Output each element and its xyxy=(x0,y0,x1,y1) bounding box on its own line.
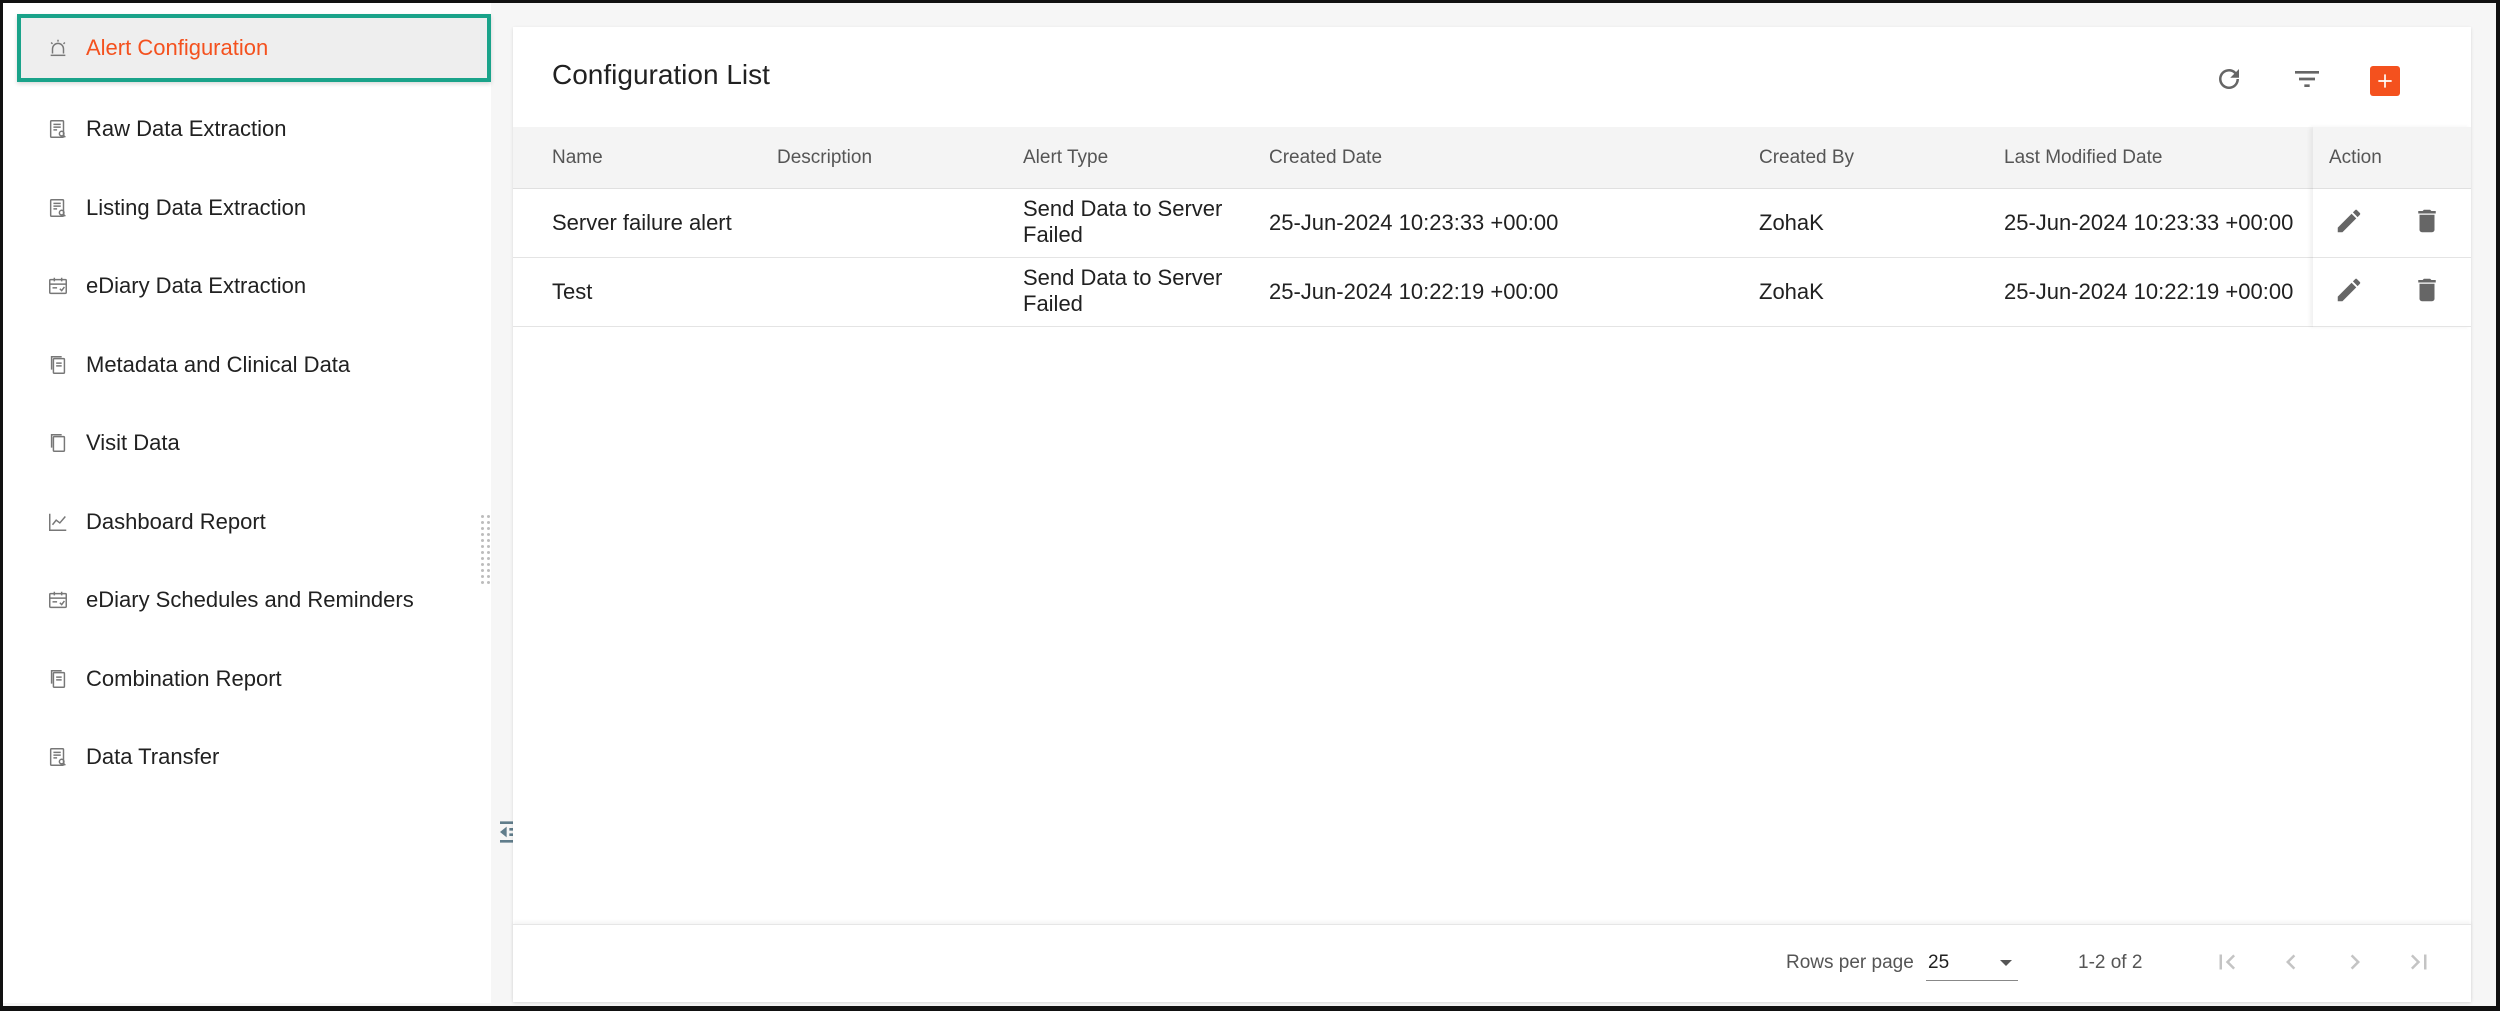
first-page-button[interactable] xyxy=(2205,942,2249,986)
trash-icon xyxy=(2412,206,2442,241)
sidebar-item-label: Data Transfer xyxy=(86,744,220,769)
column-header-description[interactable]: Description xyxy=(777,127,872,189)
column-header-name[interactable]: Name xyxy=(552,127,603,189)
add-icon xyxy=(2370,66,2400,96)
sidebar-item-listing-data-extraction[interactable]: Listing Data Extraction xyxy=(17,174,491,242)
calendar-check-icon xyxy=(45,273,71,299)
add-configuration-button[interactable] xyxy=(2363,59,2407,103)
refresh-button[interactable] xyxy=(2207,59,2251,103)
cell-created-by: ZohaK xyxy=(1759,210,1824,235)
table-header: Name Description Alert Type Created Date… xyxy=(513,127,2471,189)
column-header-action: Action xyxy=(2329,147,2382,168)
filter-icon xyxy=(2291,63,2323,100)
sidebar-resize-handle[interactable] xyxy=(481,515,493,584)
chevron-left-icon xyxy=(2276,947,2306,982)
cell-alert-type: Send Data to Server Failed xyxy=(1023,196,1223,247)
last-page-icon xyxy=(2404,947,2434,982)
sidebar-item-combination-report[interactable]: Combination Report xyxy=(17,645,491,713)
copy-documents-icon xyxy=(45,430,71,456)
column-header-alert-type[interactable]: Alert Type xyxy=(1023,127,1108,189)
sidebar-item-raw-data-extraction[interactable]: Raw Data Extraction xyxy=(17,95,491,163)
sidebar-item-label: Raw Data Extraction xyxy=(86,116,287,141)
sidebar-item-label: eDiary Data Extraction xyxy=(86,273,307,298)
pagination-range: 1-2 of 2 xyxy=(2078,952,2143,973)
sidebar-item-visit-data[interactable]: Visit Data xyxy=(17,409,491,477)
column-header-created-date[interactable]: Created Date xyxy=(1269,127,1382,189)
sidebar-item-dashboard-report[interactable]: Dashboard Report xyxy=(17,488,491,556)
last-page-button[interactable] xyxy=(2397,942,2441,986)
configuration-list-card: Configuration List Name Description Aler… xyxy=(513,27,2471,1002)
rows-per-page-select[interactable]: 25 xyxy=(1926,945,2018,981)
sidebar-item-data-transfer[interactable]: Data Transfer xyxy=(17,723,491,791)
delete-button[interactable] xyxy=(2407,272,2447,312)
cell-name: Server failure alert xyxy=(552,210,732,235)
action-cell xyxy=(2313,189,2471,258)
pencil-icon xyxy=(2334,275,2364,310)
cell-alert-type: Send Data to Server Failed xyxy=(1023,265,1223,316)
cell-last-modified: 25-Jun-2024 10:23:33 +00:00 xyxy=(2004,210,2294,235)
edit-button[interactable] xyxy=(2329,272,2369,312)
alarm-icon xyxy=(45,35,71,61)
sidebar-item-ediary-data-extraction[interactable]: eDiary Data Extraction xyxy=(17,252,491,320)
column-header-created-by[interactable]: Created By xyxy=(1759,127,1854,189)
chevron-right-icon xyxy=(2340,947,2370,982)
sidebar-item-metadata-clinical-data[interactable]: Metadata and Clinical Data xyxy=(17,331,491,399)
sidebar-item-label: Combination Report xyxy=(86,666,282,691)
trash-icon xyxy=(2412,275,2442,310)
report-search-icon xyxy=(45,116,71,142)
action-column: Action xyxy=(2313,127,2471,327)
sidebar: Alert Configuration Raw Data Extraction … xyxy=(3,3,491,1003)
cell-name: Test xyxy=(552,279,593,304)
delete-button[interactable] xyxy=(2407,203,2447,243)
table-pagination: Rows per page 25 1-2 of 2 xyxy=(513,924,2471,1002)
page-title: Configuration List xyxy=(552,59,770,90)
sidebar-item-label: Visit Data xyxy=(86,430,180,455)
next-page-button[interactable] xyxy=(2333,942,2377,986)
previous-page-button[interactable] xyxy=(2269,942,2313,986)
cell-last-modified: 25-Jun-2024 10:22:19 +00:00 xyxy=(2004,279,2294,304)
sidebar-item-ediary-schedules-reminders[interactable]: eDiary Schedules and Reminders xyxy=(17,566,491,634)
sidebar-item-label: Metadata and Clinical Data xyxy=(86,352,351,377)
refresh-icon xyxy=(2214,64,2244,99)
cell-created-date: 25-Jun-2024 10:23:33 +00:00 xyxy=(1269,210,1559,235)
column-header-last-modified-date[interactable]: Last Modified Date xyxy=(2004,127,2162,189)
table-row[interactable]: Server failure alert Send Data to Server… xyxy=(513,189,2471,258)
rows-per-page-value: 25 xyxy=(1928,952,1950,973)
pencil-icon xyxy=(2334,206,2364,241)
line-chart-icon xyxy=(45,509,71,535)
first-page-icon xyxy=(2212,947,2242,982)
report-search-icon xyxy=(45,195,71,221)
caret-down-icon xyxy=(2000,960,2012,966)
rows-per-page-label: Rows per page xyxy=(1786,952,1914,973)
report-search-icon xyxy=(45,744,71,770)
sidebar-item-label: Listing Data Extraction xyxy=(86,195,307,220)
sidebar-item-label: Alert Configuration xyxy=(86,35,269,60)
copy-documents-icon xyxy=(45,352,71,378)
action-cell xyxy=(2313,258,2471,327)
table-row[interactable]: Test Send Data to Server Failed 25-Jun-2… xyxy=(513,258,2471,327)
cell-created-by: ZohaK xyxy=(1759,279,1824,304)
copy-documents-icon xyxy=(45,666,71,692)
edit-button[interactable] xyxy=(2329,203,2369,243)
cell-created-date: 25-Jun-2024 10:22:19 +00:00 xyxy=(1269,279,1559,304)
filter-button[interactable] xyxy=(2285,59,2329,103)
sidebar-item-alert-configuration[interactable]: Alert Configuration xyxy=(17,14,491,82)
action-header-cell: Action xyxy=(2313,127,2471,189)
sidebar-item-label: Dashboard Report xyxy=(86,509,266,534)
sidebar-item-label: eDiary Schedules and Reminders xyxy=(86,587,414,612)
calendar-check-icon xyxy=(45,587,71,613)
